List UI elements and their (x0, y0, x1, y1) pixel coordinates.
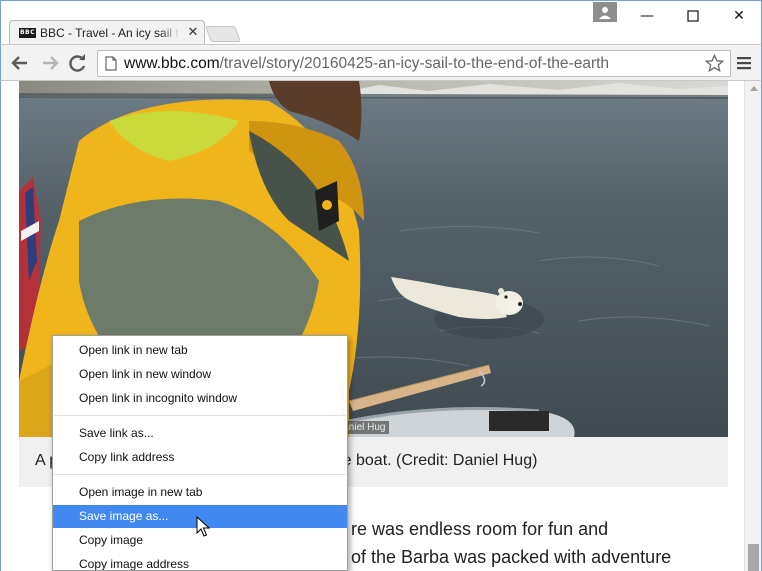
url-host: www.bbc.com (124, 55, 220, 72)
page-icon (105, 56, 117, 71)
back-arrow-icon (11, 56, 27, 70)
title-bar: BBC BBC - Travel - An icy sail to the en… (0, 0, 762, 46)
address-bar[interactable]: www.bbc.com/travel/story/20160425-an-icy… (97, 50, 731, 77)
forward-arrow-icon (43, 56, 59, 70)
scrollbar-thumb[interactable] (748, 544, 759, 571)
menu-item-copy-image-address[interactable]: Copy image address (53, 553, 347, 570)
menu-item-open-link-incognito[interactable]: Open link in incognito window (53, 387, 347, 410)
menu-item-open-link-new-window[interactable]: Open link in new window (53, 363, 347, 386)
mouse-cursor-icon (196, 516, 210, 537)
new-tab-button[interactable] (205, 26, 241, 42)
maximize-icon (687, 10, 699, 22)
browser-toolbar: www.bbc.com/travel/story/20160425-an-icy… (0, 44, 762, 81)
back-button[interactable] (7, 51, 33, 75)
reload-icon (69, 54, 86, 72)
menu-item-open-link-new-tab[interactable]: Open link in new tab (53, 339, 347, 362)
url-path: /travel/story/20160425-an-icy-sail-to-th… (219, 55, 610, 72)
profile-icon[interactable] (593, 2, 617, 22)
menu-icon[interactable] (737, 55, 751, 71)
browser-tab[interactable]: BBC BBC - Travel - An icy sail to the en… (9, 20, 205, 46)
vertical-scrollbar[interactable] (744, 81, 762, 571)
minimize-button[interactable]: — (624, 1, 670, 31)
body-text-line-2: of the Barba was packed with adventure (351, 547, 672, 567)
tab-close-icon[interactable]: ✕ (186, 24, 200, 42)
bookmark-star-icon[interactable] (705, 54, 724, 73)
close-window-button[interactable]: ✕ (716, 1, 762, 31)
body-text-line-1: re was endless room for fun and (351, 519, 609, 539)
tab-title-fade (160, 23, 180, 43)
menu-separator (54, 415, 346, 416)
menu-separator (54, 474, 346, 475)
menu-item-save-link-as[interactable]: Save link as... (53, 422, 347, 445)
maximize-button[interactable] (670, 1, 716, 31)
tab-title: BBC - Travel - An icy sail to the end of… (40, 26, 178, 40)
menu-item-open-image-new-tab[interactable]: Open image in new tab (53, 481, 347, 504)
bbc-favicon-icon: BBC (19, 28, 36, 38)
reload-button[interactable] (65, 51, 91, 75)
forward-button[interactable] (37, 51, 63, 75)
menu-item-copy-link-address[interactable]: Copy link address (53, 446, 347, 469)
scroll-up-arrow-icon[interactable] (750, 86, 758, 91)
url-text: www.bbc.com/travel/story/20160425-an-icy… (124, 55, 609, 73)
